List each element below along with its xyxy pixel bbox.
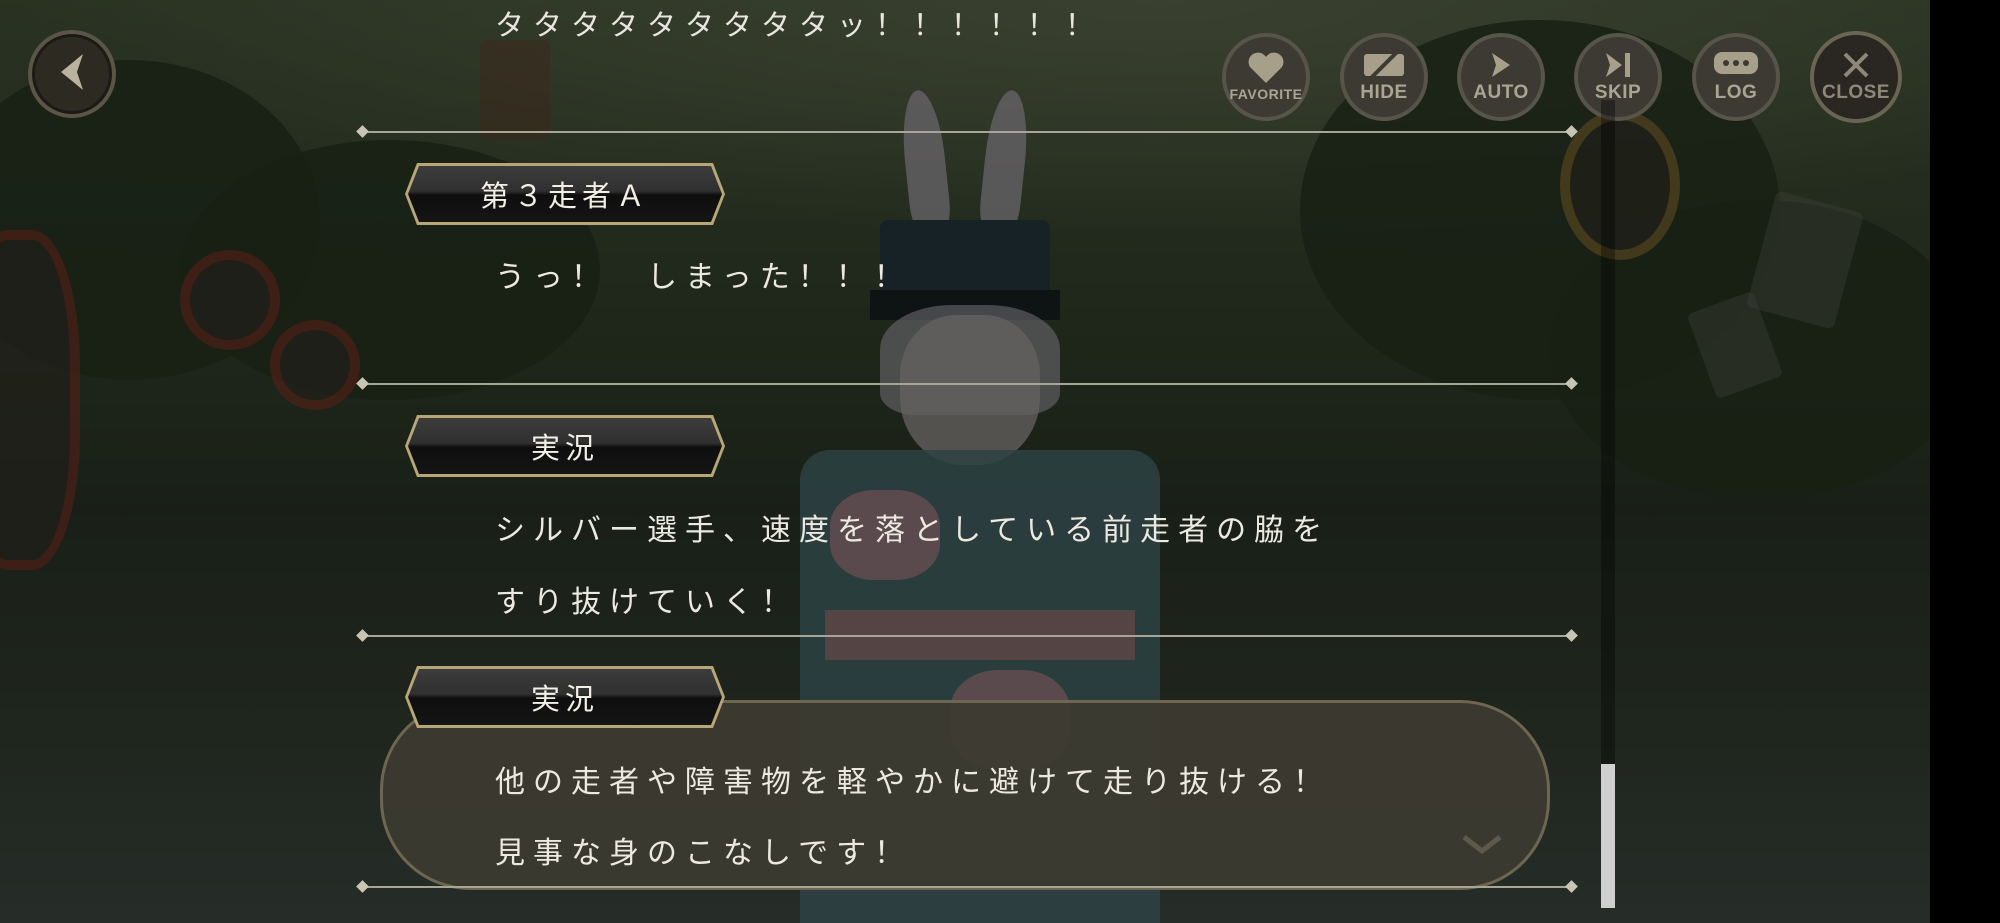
heart-icon [1246, 52, 1286, 84]
close-label: CLOSE [1822, 82, 1890, 103]
skip-icon [1601, 50, 1635, 80]
speaker-nameplate: 実況 [405, 666, 725, 728]
log-line: 見事な身のこなしです！ [495, 836, 913, 871]
hide-label: HIDE [1360, 82, 1408, 103]
log-separator [362, 131, 1572, 133]
log-separator [362, 635, 1572, 637]
speaker-nameplate: 実況 [405, 415, 725, 477]
log-separator [362, 383, 1572, 385]
log-line: すり抜けていく！ [495, 585, 799, 620]
hide-button[interactable]: HIDE [1340, 33, 1428, 121]
close-button[interactable]: CLOSE [1810, 31, 1902, 123]
chat-bubble-icon [1712, 50, 1760, 80]
auto-button[interactable]: AUTO [1457, 33, 1545, 121]
speaker-name: 第３走者Ａ [480, 179, 651, 213]
hide-icon [1361, 50, 1407, 80]
back-arrow-icon [55, 52, 89, 96]
log-label: LOG [1714, 82, 1758, 103]
speaker-name: 実況 [530, 682, 599, 716]
speaker-name: 実況 [530, 431, 599, 465]
log-button[interactable]: LOG [1692, 33, 1780, 121]
log-scrollbar-thumb[interactable] [1601, 764, 1615, 908]
auto-label: AUTO [1473, 82, 1529, 103]
skip-button[interactable]: SKIP [1574, 33, 1662, 121]
favorite-button[interactable]: FAVORITE [1222, 33, 1310, 121]
log-line: シルバー選手、速度を落としている前走者の脇を [495, 513, 1331, 548]
close-x-icon [1841, 50, 1871, 80]
play-arrow-icon [1486, 50, 1516, 80]
chevron-down-icon [1462, 833, 1502, 859]
log-line: 他の走者や障害物を軽やかに避けて走り抜ける！ [495, 765, 1331, 800]
log-line: タタタタタタタタタッ！！！！！！ [495, 8, 1104, 42]
screen-edge-bar [1930, 0, 2000, 923]
back-button[interactable] [28, 30, 116, 118]
log-separator [362, 886, 1572, 888]
log-line: うっ！ しまった！！！ [495, 260, 912, 295]
speaker-nameplate: 第３走者Ａ [405, 163, 725, 225]
favorite-label: FAVORITE [1229, 86, 1303, 102]
